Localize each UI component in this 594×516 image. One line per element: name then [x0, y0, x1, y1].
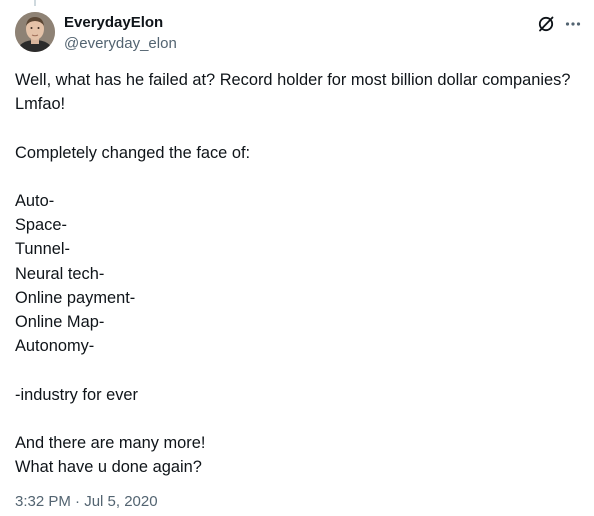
- more-options-button[interactable]: [563, 14, 583, 34]
- grok-button[interactable]: [536, 14, 556, 34]
- avatar-image: [15, 12, 55, 52]
- tweet-timestamp[interactable]: 3:32 PM · Jul 5, 2020: [15, 492, 158, 511]
- avatar[interactable]: [15, 12, 55, 52]
- grok-slash-circle-icon: [538, 16, 554, 32]
- thread-connector-line: [34, 0, 36, 6]
- more-horizontal-icon: [565, 22, 581, 26]
- author-handle[interactable]: @everyday_elon: [64, 34, 177, 53]
- tweet-text: Well, what has he failed at? Record hold…: [15, 71, 571, 477]
- author-name[interactable]: EverydayElon: [64, 13, 163, 32]
